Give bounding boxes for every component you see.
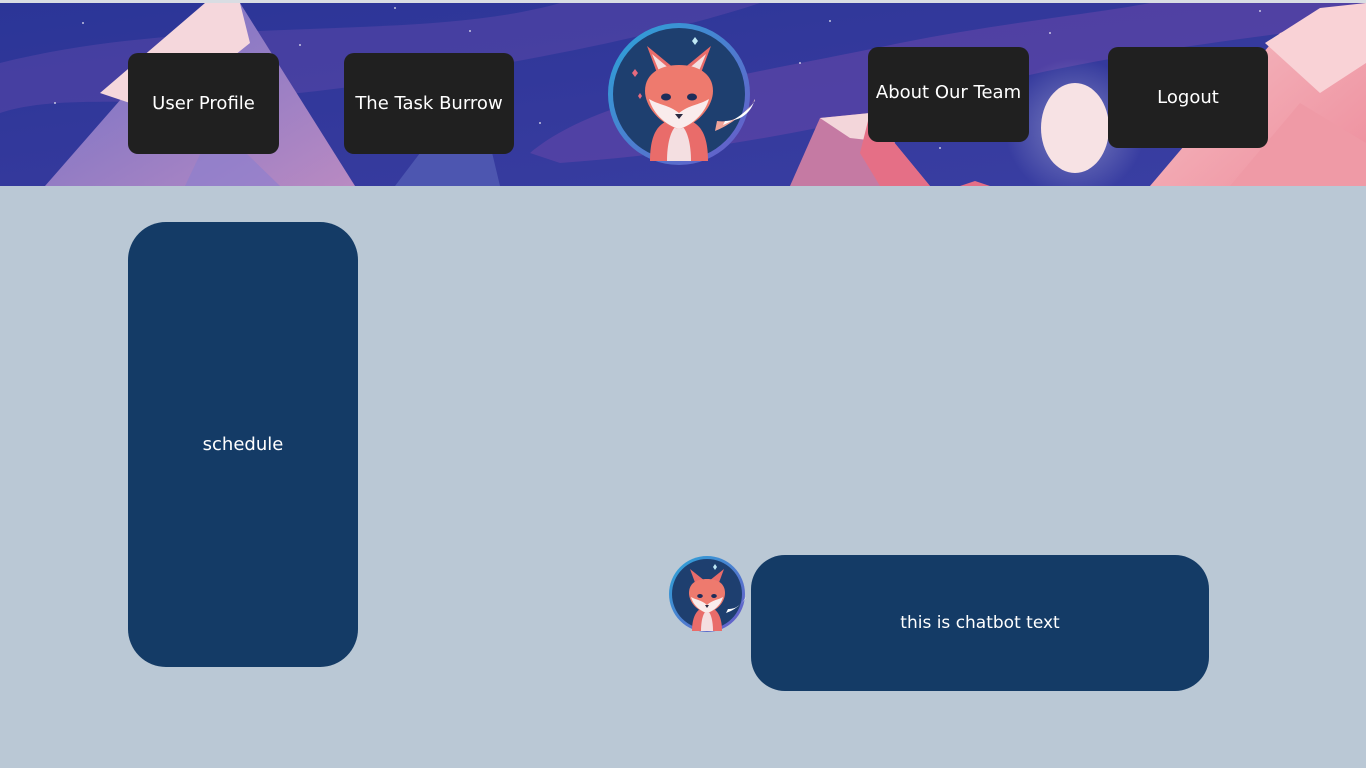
task-burrow-button[interactable]: The Task Burrow [344, 53, 514, 154]
schedule-label: schedule [202, 434, 284, 455]
chatbot-message-bubble: this is chatbot text [751, 555, 1209, 691]
logout-label: Logout [1157, 87, 1219, 108]
schedule-panel[interactable]: schedule [128, 222, 358, 667]
user-profile-label: User Profile [152, 93, 255, 114]
fox-logo-icon[interactable] [605, 21, 755, 167]
about-our-team-label: About Our Team [875, 82, 1022, 103]
task-burrow-label: The Task Burrow [355, 93, 503, 114]
chatbot-message-text: this is chatbot text [900, 613, 1060, 633]
about-our-team-button[interactable]: About Our Team [868, 47, 1029, 142]
page: User Profile The Task Burrow About Our T… [0, 0, 1366, 768]
user-profile-button[interactable]: User Profile [128, 53, 279, 154]
header-banner: User Profile The Task Burrow About Our T… [0, 3, 1366, 186]
logout-button[interactable]: Logout [1108, 47, 1268, 148]
fox-avatar-icon [669, 556, 746, 632]
